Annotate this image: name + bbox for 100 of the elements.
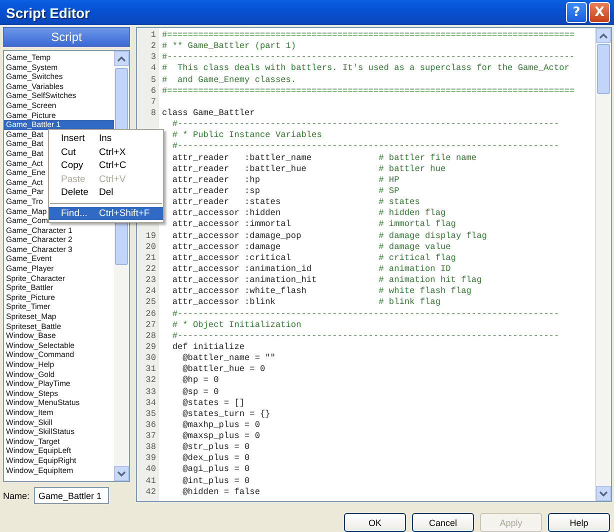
menu-item[interactable]: Find... Ctrl+Shift+F xyxy=(49,206,163,220)
code-line: @sp = 0 xyxy=(182,386,219,398)
line-number: 25 xyxy=(144,297,157,309)
code-line: @maxhp_plus = 0 xyxy=(182,420,260,432)
menu-item[interactable]: Cut Ctrl+X xyxy=(49,146,163,159)
code-line: @dex_plus = 0 xyxy=(182,453,250,464)
code-line: #=============================================================================== xyxy=(162,30,575,42)
line-number: 33 xyxy=(144,386,157,398)
code-line: attr_reader :states xyxy=(171,197,282,208)
code-line: #-------------------------------------------------------------------------- xyxy=(171,330,560,342)
code-line: # and Game_Enemy classes. xyxy=(162,74,296,86)
line-number: 23 xyxy=(144,275,157,286)
line-number: 41 xyxy=(144,476,157,487)
code-line: class Game_Battler xyxy=(162,108,255,120)
name-field[interactable]: Game_Battler 1 xyxy=(34,487,109,504)
code-line: @battler_hue = 0 xyxy=(182,364,266,376)
line-number: 1 xyxy=(150,30,157,42)
code-line: attr_reader :battler_hue xyxy=(171,164,308,175)
scroll-down-icon xyxy=(599,490,608,496)
menu-item[interactable]: Delete Del xyxy=(49,186,163,200)
code-line: #-------------------------------------------------------------------------- xyxy=(171,141,560,153)
line-number: 37 xyxy=(144,431,157,442)
scroll-up-button[interactable] xyxy=(114,51,129,66)
code-line: @hp = 0 xyxy=(182,375,219,386)
line-number: 38 xyxy=(144,442,157,454)
menu-item[interactable]: Copy Ctrl+C xyxy=(49,159,163,172)
line-number: 27 xyxy=(144,320,157,331)
code-comment: # damage display flag xyxy=(378,230,487,242)
line-number: 22 xyxy=(144,264,157,276)
code-line: # ** Game_Battler (part 1) xyxy=(162,41,296,52)
code-comment: # battler hue xyxy=(378,164,446,175)
line-number: 26 xyxy=(144,308,157,320)
code-line: @maxsp_plus = 0 xyxy=(182,431,260,442)
line-number: 24 xyxy=(144,286,157,298)
code-line: # This class deals with battlers. It's used as a superclass for the Game_Actor xyxy=(162,63,570,75)
code-line: attr_accessor :immortal xyxy=(171,219,292,231)
code-line: attr_reader :hp xyxy=(171,174,261,186)
code-comment: # blink flag xyxy=(378,297,440,309)
code-line: attr_reader :sp xyxy=(171,186,261,198)
line-number: 21 xyxy=(144,252,157,264)
panel-header: Script xyxy=(3,27,130,47)
line-number: 39 xyxy=(144,453,157,464)
code-line: attr_accessor :damage_pop xyxy=(171,230,302,242)
code-comment: # damage value xyxy=(378,242,451,253)
code-comment: # animation hit flag xyxy=(378,275,482,286)
line-number: 6 xyxy=(150,86,157,97)
code-line: attr_accessor :damage xyxy=(171,242,282,253)
code-comment: # states xyxy=(378,197,420,208)
code-line: @states_turn = {} xyxy=(182,408,270,420)
scroll-down-icon xyxy=(117,470,126,476)
scrollbar[interactable] xyxy=(595,28,611,501)
scroll-up-button[interactable] xyxy=(596,28,611,43)
code-line: attr_accessor :blink xyxy=(171,297,276,309)
line-number: 36 xyxy=(144,420,157,432)
line-number: 34 xyxy=(144,398,157,409)
name-label: Name: xyxy=(3,490,30,500)
code-comment: # immortal flag xyxy=(378,219,456,231)
line-number: 31 xyxy=(144,364,157,376)
scroll-thumb[interactable] xyxy=(597,44,610,94)
code-line: #-------------------------------------------------------------------------- xyxy=(171,119,560,130)
code-line: @hidden = false xyxy=(182,486,260,498)
line-number: 4 xyxy=(150,63,157,75)
scroll-up-icon xyxy=(117,56,126,62)
code-line: @int_plus = 0 xyxy=(182,476,250,487)
line-number: 5 xyxy=(150,74,157,86)
code-line: # * Public Instance Variables xyxy=(171,130,322,142)
line-number: 30 xyxy=(144,353,157,364)
line-number: 28 xyxy=(144,330,157,342)
window-title: Script Editor xyxy=(6,4,90,20)
code-line: attr_accessor :critical xyxy=(171,252,292,264)
scroll-down-button[interactable] xyxy=(596,486,611,501)
line-number: 32 xyxy=(144,375,157,386)
line-number: 2 xyxy=(150,41,157,52)
code-comment: # battler file name xyxy=(378,152,477,164)
code-line: # * Object Initialization xyxy=(171,320,302,331)
dialog-button[interactable]: Cancel xyxy=(412,513,474,532)
code-line: @battler_name = "" xyxy=(182,353,276,364)
line-number: 8 xyxy=(150,108,157,120)
code-line: attr_accessor :white_flash xyxy=(171,286,308,298)
scroll-up-icon xyxy=(599,32,608,38)
code-comment: # white flash flag xyxy=(378,286,472,298)
close-button[interactable]: X xyxy=(589,2,610,23)
dialog-button[interactable]: Help xyxy=(548,513,610,532)
line-number: 3 xyxy=(150,52,157,64)
line-number: 19 xyxy=(144,230,157,242)
dialog-button[interactable]: OK xyxy=(344,513,406,532)
line-number: 29 xyxy=(144,342,157,354)
code-line: attr_accessor :animation_hit xyxy=(171,275,318,286)
code-comment: # SP xyxy=(378,186,400,198)
code-line: attr_reader :battler_name xyxy=(171,152,313,164)
code-line: attr_accessor :animation_id xyxy=(171,264,313,276)
code-line: @str_plus = 0 xyxy=(182,442,250,454)
help-button[interactable]: ? xyxy=(566,2,587,23)
code-line: #-------------------------------------------------------------------------- xyxy=(171,308,560,320)
code-comment: # hidden flag xyxy=(378,208,446,220)
scroll-down-button[interactable] xyxy=(114,466,129,481)
line-number: 7 xyxy=(150,96,157,108)
menu-item[interactable]: Insert Ins xyxy=(49,132,163,146)
code-line: #------------------------------------------------------------------------------- xyxy=(162,52,575,64)
code-line: @states = [] xyxy=(182,398,245,409)
